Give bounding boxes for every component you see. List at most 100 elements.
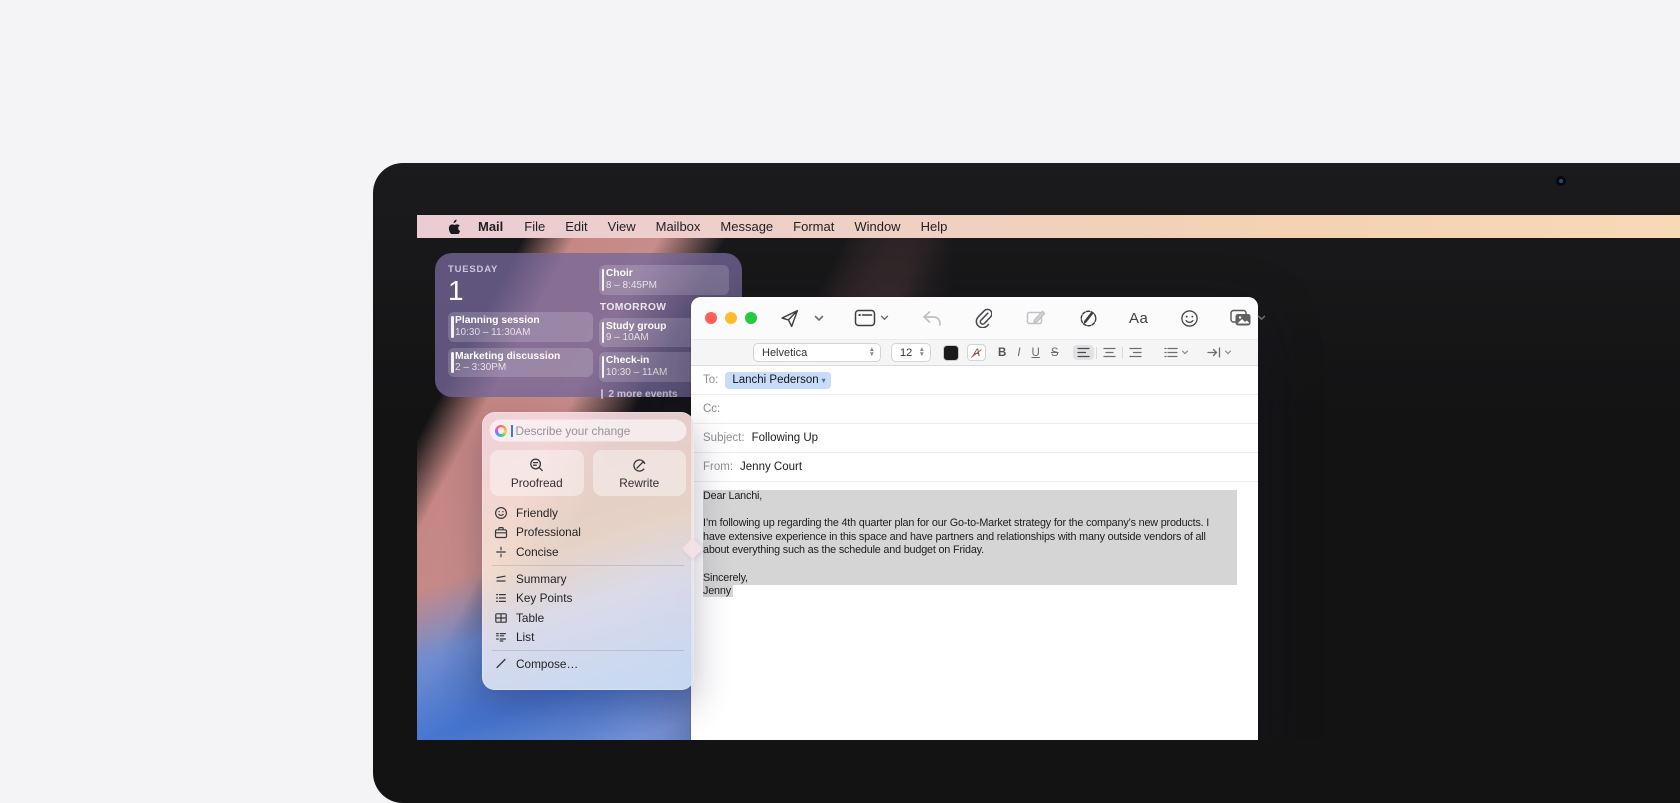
underline-button[interactable]: U — [1032, 347, 1040, 359]
emoji-icon[interactable] — [1180, 309, 1199, 328]
calendar-day-number: 1 — [448, 276, 593, 306]
event-color-bar — [451, 352, 454, 374]
zoom-button[interactable] — [745, 312, 757, 324]
message-body[interactable]: Dear Lanchi, I’m following up regarding … — [691, 482, 1258, 599]
attach-icon[interactable] — [974, 308, 992, 328]
body-line: Sincerely, — [703, 572, 1237, 586]
close-button[interactable] — [705, 312, 717, 324]
menu-item-compose[interactable]: Compose… — [490, 654, 686, 674]
event-title: Marketing discussion — [455, 351, 587, 363]
menu-item-friendly[interactable]: Friendly — [490, 503, 686, 523]
menu-item-table[interactable]: Table — [490, 608, 686, 628]
apple-menu-icon[interactable] — [438, 219, 468, 234]
menu-item-help[interactable]: Help — [911, 219, 958, 234]
font-family-select[interactable]: Helvetica ▲▼ — [753, 343, 881, 362]
body-line: I’m following up regarding the 4th quart… — [703, 517, 1237, 531]
from-value: Jenny Court — [740, 461, 802, 473]
header-fields-icon[interactable] — [854, 309, 889, 327]
menu-item-view[interactable]: View — [598, 219, 646, 234]
stepper-icon[interactable]: ▲▼ — [869, 348, 875, 357]
event-title: Planning session — [455, 315, 587, 327]
reply-icon — [921, 310, 942, 327]
menu-item-mail[interactable]: Mail — [468, 219, 514, 234]
signature-icon — [1026, 309, 1046, 327]
rewrite-button[interactable]: Rewrite — [593, 450, 687, 496]
format-divider — [1096, 347, 1097, 359]
key-points-icon — [494, 592, 508, 604]
event-color-bar — [602, 269, 605, 291]
menu-item-format[interactable]: Format — [783, 219, 844, 234]
menu-item-concise[interactable]: Concise — [490, 542, 686, 562]
font-family-value: Helvetica — [762, 347, 807, 359]
photos-icon[interactable] — [1229, 308, 1266, 328]
proofread-button[interactable]: Proofread — [490, 450, 584, 496]
stepper-icon[interactable]: ▲▼ — [919, 348, 925, 357]
event-color-bar — [602, 322, 605, 344]
strikethrough-button[interactable]: S — [1051, 347, 1059, 359]
pencil-icon — [494, 657, 508, 670]
body-line: Jenny — [703, 585, 1258, 599]
writing-tools-icon[interactable] — [1078, 308, 1099, 329]
recipient-name: Lanchi Pederson — [732, 374, 818, 386]
menu-item-list[interactable]: List — [490, 628, 686, 648]
compose-window: Aa Helvetica ▲▼ 12 ▲▼ A B I U — [691, 297, 1258, 740]
to-label: To: — [703, 374, 718, 386]
display-camera — [1556, 176, 1566, 186]
align-right-button[interactable] — [1125, 345, 1146, 360]
smiley-icon — [494, 506, 508, 520]
list-style-dropdown[interactable] — [1164, 347, 1189, 358]
calendar-event[interactable]: Marketing discussion 2 – 3:30PM — [448, 348, 593, 378]
to-field[interactable]: To: Lanchi Pederson ▾ — [691, 366, 1258, 395]
send-icon[interactable] — [779, 308, 800, 329]
indent-dropdown[interactable] — [1207, 347, 1232, 358]
menu-item-message[interactable]: Message — [710, 219, 783, 234]
minimize-button[interactable] — [725, 312, 737, 324]
from-label: From: — [703, 461, 733, 473]
background-color-button[interactable]: A — [967, 344, 986, 361]
summary-icon — [494, 573, 508, 585]
menu-bar: Mail File Edit View Mailbox Message Form… — [417, 215, 1680, 238]
align-left-button[interactable] — [1073, 345, 1094, 360]
event-time: 8 – 8:45PM — [606, 280, 723, 291]
calendar-event[interactable]: Planning session 10:30 – 11:30AM — [448, 312, 593, 342]
menu-item-summary[interactable]: Summary — [490, 569, 686, 589]
menu-item-file[interactable]: File — [514, 219, 555, 234]
subject-field[interactable]: Subject: Following Up — [691, 424, 1258, 453]
text-color-well[interactable] — [943, 345, 959, 361]
concise-icon — [494, 545, 508, 559]
proofread-label: Proofread — [511, 476, 563, 490]
cc-field[interactable]: Cc: — [691, 395, 1258, 424]
text-format-icon[interactable]: Aa — [1129, 310, 1148, 327]
menu-item-professional[interactable]: Professional — [490, 523, 686, 543]
menu-item-key-points[interactable]: Key Points — [490, 588, 686, 608]
italic-button[interactable]: I — [1017, 347, 1020, 359]
menu-item-mailbox[interactable]: Mailbox — [646, 219, 711, 234]
rewrite-circle-icon — [631, 457, 648, 474]
event-time: 2 – 3:30PM — [455, 362, 587, 373]
text-caret — [511, 425, 513, 437]
apple-intelligence-icon — [495, 425, 507, 437]
menu-divider — [492, 650, 684, 651]
event-color-bar — [451, 316, 454, 338]
font-size-select[interactable]: 12 ▲▼ — [891, 343, 931, 362]
more-events-label: 2 more events — [608, 389, 677, 400]
send-options-chevron-icon[interactable] — [814, 315, 824, 322]
event-title: Choir — [606, 268, 723, 280]
menu-item-edit[interactable]: Edit — [555, 219, 597, 234]
body-line: Dear Lanchi, — [703, 490, 1237, 504]
calendar-event[interactable]: Choir 8 – 8:45PM — [599, 265, 729, 295]
describe-change-input[interactable]: Describe your change — [490, 420, 686, 441]
menu-item-window[interactable]: Window — [844, 219, 910, 234]
align-center-button[interactable] — [1099, 345, 1120, 360]
from-field[interactable]: From: Jenny Court — [691, 453, 1258, 482]
recipient-token[interactable]: Lanchi Pederson ▾ — [725, 372, 830, 389]
body-line — [703, 504, 1237, 518]
input-placeholder: Describe your change — [516, 424, 631, 438]
bold-button[interactable]: B — [998, 347, 1006, 359]
event-time: 10:30 – 11:30AM — [455, 327, 587, 338]
format-bar: Helvetica ▲▼ 12 ▲▼ A B I U S — [691, 339, 1258, 366]
body-line: about everything such as the schedule an… — [703, 544, 1237, 558]
body-line — [703, 558, 1237, 572]
cc-label: Cc: — [703, 403, 720, 415]
chevron-down-icon: ▾ — [822, 376, 826, 385]
